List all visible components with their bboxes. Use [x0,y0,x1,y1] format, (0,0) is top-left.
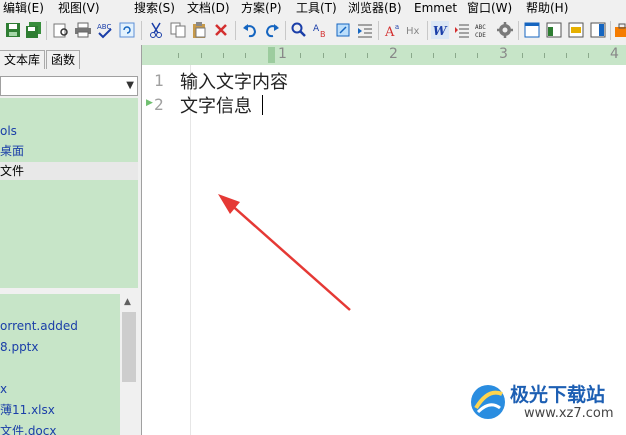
copy-icon[interactable] [169,21,187,39]
watermark-logo-icon [471,385,505,419]
line-spacing-icon[interactable] [453,21,471,39]
undo-icon[interactable] [241,21,259,39]
ruler-number: 4 [610,46,619,62]
spellcheck-icon[interactable]: ABC [96,21,114,39]
save-all-icon[interactable] [25,21,43,39]
gutter-divider [190,65,191,435]
ruler-number: 2 [389,46,398,62]
print-icon[interactable] [74,21,92,39]
svg-text:A: A [384,25,395,39]
watermark-name: 极光下载站 [510,384,606,406]
hx-icon[interactable]: Hx [406,21,424,39]
ruler-icon[interactable]: ABC CDE [475,21,493,39]
find-icon[interactable] [290,21,308,39]
folder-tree: ols 桌面 文件 [0,98,138,288]
scrollbar-thumb[interactable] [122,312,136,382]
file-item[interactable]: 8.pptx [0,338,39,356]
menu-tools[interactable]: 工具(T) [296,1,337,15]
ruler-number: 3 [499,46,508,62]
chevron-down-icon[interactable]: ▼ [126,80,134,91]
panel-icon[interactable] [523,21,541,39]
tab-text-library[interactable]: 文本库 [0,50,46,69]
code-line[interactable]: 输入文字内容 [180,68,288,94]
menu-document[interactable]: 文档(D) [187,1,230,15]
line-number: 2 [154,95,164,114]
print-preview-icon[interactable] [52,21,70,39]
panel4-icon[interactable] [589,21,607,39]
svg-text:B: B [320,30,326,39]
menu-scheme[interactable]: 方案(P) [241,1,282,15]
svg-text:A: A [313,24,320,34]
code-line[interactable]: 文字信息 [180,92,252,118]
panel3-icon[interactable] [567,21,585,39]
svg-text:ABC: ABC [475,24,486,31]
word-wrap-icon[interactable]: W [431,21,449,39]
file-item[interactable]: 文件.docx [0,422,56,435]
ruler-number: 1 [278,46,287,62]
watermark-url: www.xz7.com [524,406,614,421]
folder-dropdown[interactable]: ▼ [0,76,138,96]
text-caret [262,95,263,115]
settings-icon[interactable] [496,21,514,39]
menu-window[interactable]: 窗口(W) [467,1,512,15]
ruler-cursor-marker [268,47,275,63]
left-panel: 文本库 函数 ▼ ols 桌面 文件 orrent.added 8.pptx x… [0,45,142,435]
menu-edit[interactable]: 编辑(E) [3,1,44,15]
svg-text:W: W [433,24,448,38]
delete-icon[interactable] [212,21,230,39]
scroll-up-icon[interactable]: ▲ [124,297,131,307]
svg-text:CDE: CDE [475,32,486,39]
line-number: 1 [154,71,164,90]
panel-tabs: 文本库 函数 [0,48,141,69]
tree-item[interactable]: 桌面 [0,142,138,160]
tree-item-selected[interactable]: 文件 [0,162,138,180]
menu-view[interactable]: 视图(V) [58,1,100,15]
replace-icon[interactable]: AB [312,21,330,39]
file-item[interactable]: x [0,380,7,398]
menu-help[interactable]: 帮助(H) [526,1,568,15]
toolbar: ABC AB Aa Hx W ABC CDE [0,16,626,46]
menu-browser[interactable]: 浏览器(B) [348,1,402,15]
file-list: orrent.added 8.pptx x 薄11.xlsx 文件.docx [0,294,120,435]
file-list-scrollbar[interactable]: ▲ [120,294,138,435]
redo-icon[interactable] [263,21,281,39]
panel2-icon[interactable] [545,21,563,39]
menu-search[interactable]: 搜索(S) [134,1,175,15]
paste-icon[interactable] [190,21,208,39]
menu-emmet[interactable]: Emmet [414,1,457,15]
file-item[interactable]: 薄11.xlsx [0,401,55,419]
save-icon[interactable] [4,21,22,39]
font-size-icon[interactable]: Aa [384,21,402,39]
red-arrow-annotation [218,194,351,311]
watermark: 极光下载站 www.xz7.com [466,376,626,426]
menu-bar: 编辑(E) 视图(V) 搜索(S) 文档(D) 方案(P) 工具(T) 浏览器(… [0,0,626,16]
svg-text:Hx: Hx [406,26,420,37]
cut-icon[interactable] [147,21,165,39]
indent-icon[interactable] [356,21,374,39]
current-line-marker-icon: ▶ [146,98,153,108]
svg-text:a: a [395,23,399,31]
tools-icon[interactable] [613,21,626,39]
ruler: 1 2 3 4 [142,45,626,65]
tab-functions[interactable]: 函数 [46,50,81,69]
open-file-icon[interactable] [334,21,352,39]
file-item[interactable]: orrent.added [0,317,78,335]
tree-item[interactable]: ols [0,122,138,140]
refresh-icon[interactable] [118,21,136,39]
